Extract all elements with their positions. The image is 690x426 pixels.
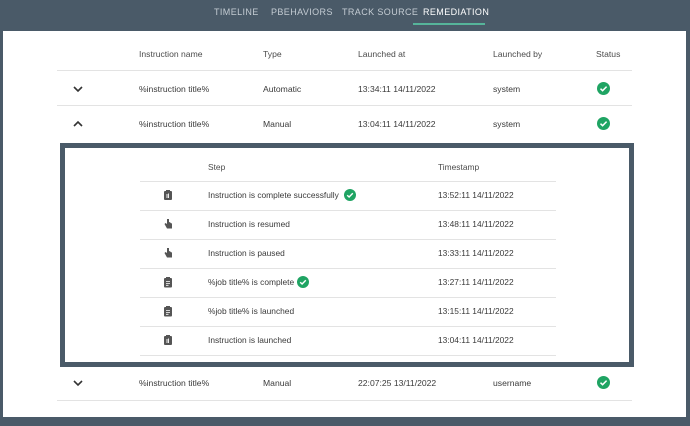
tab-track-source[interactable]: TRACK SOURCE — [342, 0, 418, 26]
launched-at: 13:04:11 14/11/2022 — [358, 119, 436, 129]
step-text: Instruction is complete successfully — [208, 190, 339, 200]
step-timestamp: 13:52:11 14/11/2022 — [438, 190, 514, 200]
hand-pointer-icon — [164, 248, 172, 258]
divider — [57, 400, 632, 401]
step-text: Instruction is resumed — [208, 219, 290, 229]
tab-bar: TIMELINE PBEHAVIORS TRACK SOURCE REMEDIA… — [0, 0, 690, 26]
instruction-name: %instruction title% — [139, 119, 210, 129]
step-text: %job title% is complete — [208, 277, 295, 287]
header-instruction-name: Instruction name — [139, 49, 203, 59]
hand-clipboard-icon — [164, 335, 172, 345]
header-timestamp: Timestamp — [438, 162, 480, 172]
header-step: Step — [208, 162, 226, 172]
chevron-up-icon[interactable] — [71, 117, 85, 131]
step-timestamp: 13:15:11 14/11/2022 — [438, 306, 514, 316]
chevron-down-icon[interactable] — [71, 376, 85, 390]
hand-pointer-icon — [164, 219, 172, 229]
divider — [57, 70, 632, 71]
instruction-name: %instruction title% — [139, 84, 210, 94]
divider — [140, 268, 556, 269]
divider — [140, 210, 556, 211]
launched-at: 22:07:25 13/11/2022 — [358, 378, 437, 388]
launched-by: username — [493, 378, 532, 388]
success-check-icon — [597, 376, 610, 389]
launched-by: system — [493, 84, 521, 94]
instruction-type: Automatic — [263, 84, 302, 94]
instruction-steps-panel: Step Timestamp Instruction is complete s… — [60, 143, 634, 367]
chevron-down-icon[interactable] — [71, 82, 85, 96]
divider — [140, 239, 556, 240]
instruction-type: Manual — [263, 378, 292, 388]
header-launched-at: Launched at — [358, 49, 406, 59]
divider — [140, 181, 556, 182]
clipboard-icon — [164, 306, 172, 317]
tab-timeline[interactable]: TIMELINE — [214, 0, 259, 26]
step-timestamp: 13:27:11 14/11/2022 — [438, 277, 514, 287]
header-status: Status — [596, 49, 621, 59]
hand-clipboard-icon — [164, 190, 172, 200]
step-timestamp: 13:48:11 14/11/2022 — [438, 219, 514, 229]
success-check-icon — [344, 189, 356, 201]
header-type: Type — [263, 49, 282, 59]
step-text: Instruction is paused — [208, 248, 285, 258]
step-timestamp: 13:33:11 14/11/2022 — [438, 248, 514, 258]
instruction-name: %instruction title% — [139, 378, 210, 388]
divider — [140, 297, 556, 298]
success-check-icon — [597, 82, 610, 95]
step-text: %job title% is launched — [208, 306, 295, 316]
divider — [57, 105, 632, 106]
divider — [140, 355, 556, 356]
success-check-icon — [297, 276, 309, 288]
clipboard-icon — [164, 277, 172, 288]
header-launched-by: Launched by — [493, 49, 543, 59]
instruction-type: Manual — [263, 119, 292, 129]
launched-at: 13:34:11 14/11/2022 — [358, 84, 436, 94]
success-check-icon — [597, 117, 610, 130]
active-tab-indicator — [413, 23, 485, 25]
tab-pbehaviors[interactable]: PBEHAVIORS — [271, 0, 333, 26]
step-text: Instruction is launched — [208, 335, 292, 345]
launched-by: system — [493, 119, 521, 129]
step-timestamp: 13:04:11 14/11/2022 — [438, 335, 514, 345]
divider — [140, 326, 556, 327]
